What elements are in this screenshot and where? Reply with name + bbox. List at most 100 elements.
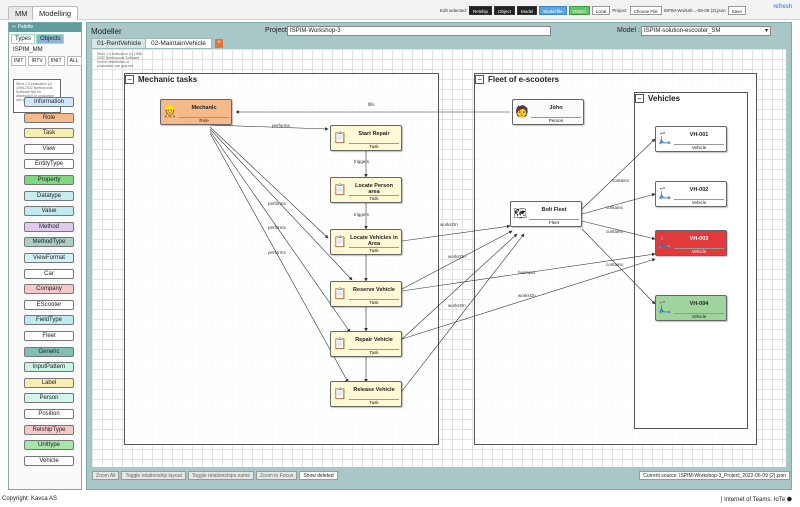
palette-tab-objects[interactable]: Objects: [36, 34, 65, 44]
filter-all-button[interactable]: ALL: [66, 56, 82, 66]
palette-license-note: Strict 1.3 evaluation (c) 1998-2022 Nort…: [13, 79, 61, 113]
object-release-vehicle[interactable]: 📋 Release Vehicle Task: [330, 381, 402, 407]
edge-workson[interactable]: [401, 230, 513, 290]
object-name: Bolt Fleet: [541, 207, 567, 213]
metamodel-name: ISPIM_MM: [13, 47, 43, 53]
palette-item[interactable]: Vehicle: [24, 455, 74, 466]
object-vh-002[interactable]: 🛴 VH-002 Vehicle: [655, 181, 727, 207]
object-name: VH-004: [689, 301, 709, 307]
scooter-icon: 🛴: [658, 302, 672, 314]
edit-selected-label: Edit selected:: [440, 8, 468, 13]
object-name: VH-003: [689, 236, 709, 242]
edge-performs[interactable]: [209, 132, 349, 383]
object-type: Fleet: [529, 219, 579, 225]
palette-tabs: Types Objects: [9, 32, 81, 44]
edit-relship-button[interactable]: Relship: [469, 6, 493, 15]
palette-item[interactable]: ViewFormat: [24, 253, 74, 263]
edit-object-button[interactable]: Object: [494, 6, 516, 15]
model-select[interactable]: ISPIM-solution-escooter_SM ▾: [641, 26, 771, 36]
person-icon: 🧑: [515, 106, 529, 118]
edge-performs[interactable]: [209, 124, 329, 131]
edit-model-button[interactable]: Model: [517, 6, 538, 15]
palette-item[interactable]: Information: [24, 97, 74, 107]
object-type: Task: [349, 299, 399, 305]
edge-contains[interactable]: [581, 193, 656, 215]
palette-item[interactable]: Car: [24, 268, 74, 279]
palette-header[interactable]: ⇐ Palette: [9, 23, 81, 32]
save-button[interactable]: Save: [727, 6, 746, 15]
edge-contains[interactable]: [581, 138, 656, 210]
palette-item[interactable]: Unittype: [24, 440, 74, 451]
tab-mm[interactable]: MM: [8, 6, 35, 20]
object-mechanic[interactable]: 👷 Mechanic Role: [160, 99, 232, 125]
palette-item[interactable]: Position: [24, 409, 74, 419]
project-name-field[interactable]: ISPIM-Workshop-3: [287, 26, 551, 36]
palette-item[interactable]: Generic: [24, 346, 74, 357]
diagram-canvas[interactable]: Strict 1.3 evaluation (c) 1998-2022 Nort…: [92, 49, 786, 467]
palette-item[interactable]: Role: [24, 112, 74, 123]
object-vh-004[interactable]: 🛴 VH-004 Vehicle: [655, 295, 727, 321]
object-vh-001[interactable]: 🛴 VH-001 Vehicle: [655, 126, 727, 152]
object-reserve-vehicle[interactable]: 📋 Reserve Vehicle Task: [330, 281, 402, 307]
toggle-relationship-layout-button[interactable]: Toggle relationship layout: [121, 471, 186, 480]
edge-workson[interactable]: [401, 224, 511, 242]
palette-item[interactable]: EntityType: [24, 159, 74, 170]
tab-modelling[interactable]: Modelling: [32, 6, 79, 20]
project-file-label: Project:: [612, 8, 628, 13]
palette-item[interactable]: RelshipType: [24, 424, 74, 435]
palette-filter-buttons: INIT IRTV IINIT ALL: [9, 56, 82, 66]
object-locate-vehicles[interactable]: 📋 Locate Vehicles in Area Task: [330, 229, 402, 255]
object-locate-person-area[interactable]: 📋 Locate Person area Task: [330, 177, 402, 203]
refresh-link[interactable]: refresh: [773, 4, 792, 10]
object-vh-003[interactable]: 🛴 VH-003 Vehicle: [655, 230, 727, 256]
filter-irtv-button[interactable]: IRTV: [28, 56, 46, 66]
current-source: Current source: ISPIM-Workshop-3_Project…: [639, 471, 790, 480]
filter-iinit-button[interactable]: IINIT: [47, 56, 65, 66]
palette-item[interactable]: Label: [24, 377, 74, 388]
palette-item[interactable]: FieldType: [24, 315, 74, 326]
object-john[interactable]: 🧑 John Person: [512, 99, 584, 125]
object-bolt-fleet[interactable]: 🗺 Bolt Fleet Fleet: [510, 201, 582, 227]
edge-performs[interactable]: [209, 130, 351, 333]
palette-tab-types[interactable]: Types: [11, 34, 36, 44]
object-start-repair[interactable]: 📋 Start Repair Task: [330, 125, 402, 151]
show-deleted-button[interactable]: Show deleted: [299, 471, 338, 480]
tab-01-rentvehicle[interactable]: 01-RentVehicle: [91, 38, 148, 49]
edge-label-triggers: triggers: [354, 212, 370, 217]
copyright: Copyright: Kavca AS: [2, 496, 58, 502]
palette-item[interactable]: Datatype: [24, 190, 74, 201]
edge-workson[interactable]: [401, 233, 518, 340]
palette-item[interactable]: EScooter: [24, 299, 74, 310]
palette-item[interactable]: MethodType: [24, 237, 74, 248]
palette-item[interactable]: View: [24, 143, 74, 154]
edge-performs[interactable]: [209, 126, 329, 239]
zoom-all-button[interactable]: Zoom All: [92, 471, 120, 480]
palette-item[interactable]: Property: [24, 175, 74, 185]
object-name: VH-002: [689, 187, 709, 193]
object-type: Task: [349, 195, 399, 201]
local-button[interactable]: Local: [591, 6, 611, 15]
palette-item[interactable]: InputPattern: [24, 362, 74, 373]
zoom-to-focus-button[interactable]: Zoom to Focus: [255, 471, 298, 480]
palette-item[interactable]: Company: [24, 284, 74, 295]
model-file-button[interactable]: Model file: [539, 6, 567, 15]
osdu-button[interactable]: OSDU: [568, 6, 590, 15]
palette-item[interactable]: Person: [24, 393, 74, 404]
palette-item[interactable]: Fleet: [24, 331, 74, 341]
clipboard-icon: 📋: [333, 288, 347, 300]
object-name: Repair Vehicle: [355, 337, 393, 343]
palette-item[interactable]: Method: [24, 221, 74, 232]
toggle-relationships-name-button[interactable]: Toggle relationships name: [187, 471, 254, 480]
object-type: Vehicle: [674, 248, 724, 254]
palette-item[interactable]: Value: [24, 206, 74, 217]
add-tab-button[interactable]: +: [215, 39, 223, 48]
choose-file-button[interactable]: Choose File: [629, 6, 662, 15]
object-repair-vehicle[interactable]: 📋 Repair Vehicle Task: [330, 331, 402, 357]
filter-init-button[interactable]: INIT: [11, 56, 27, 66]
object-type: Task: [349, 247, 399, 253]
clipboard-icon: 📋: [333, 236, 347, 248]
object-type: Task: [349, 399, 399, 405]
palette-item[interactable]: Task: [24, 128, 74, 139]
footer-brand: | Internet of Teams. IoTe ⬣: [720, 497, 792, 503]
tab-02-maintainvehicle[interactable]: 02-MaintainVehicle: [145, 38, 212, 49]
